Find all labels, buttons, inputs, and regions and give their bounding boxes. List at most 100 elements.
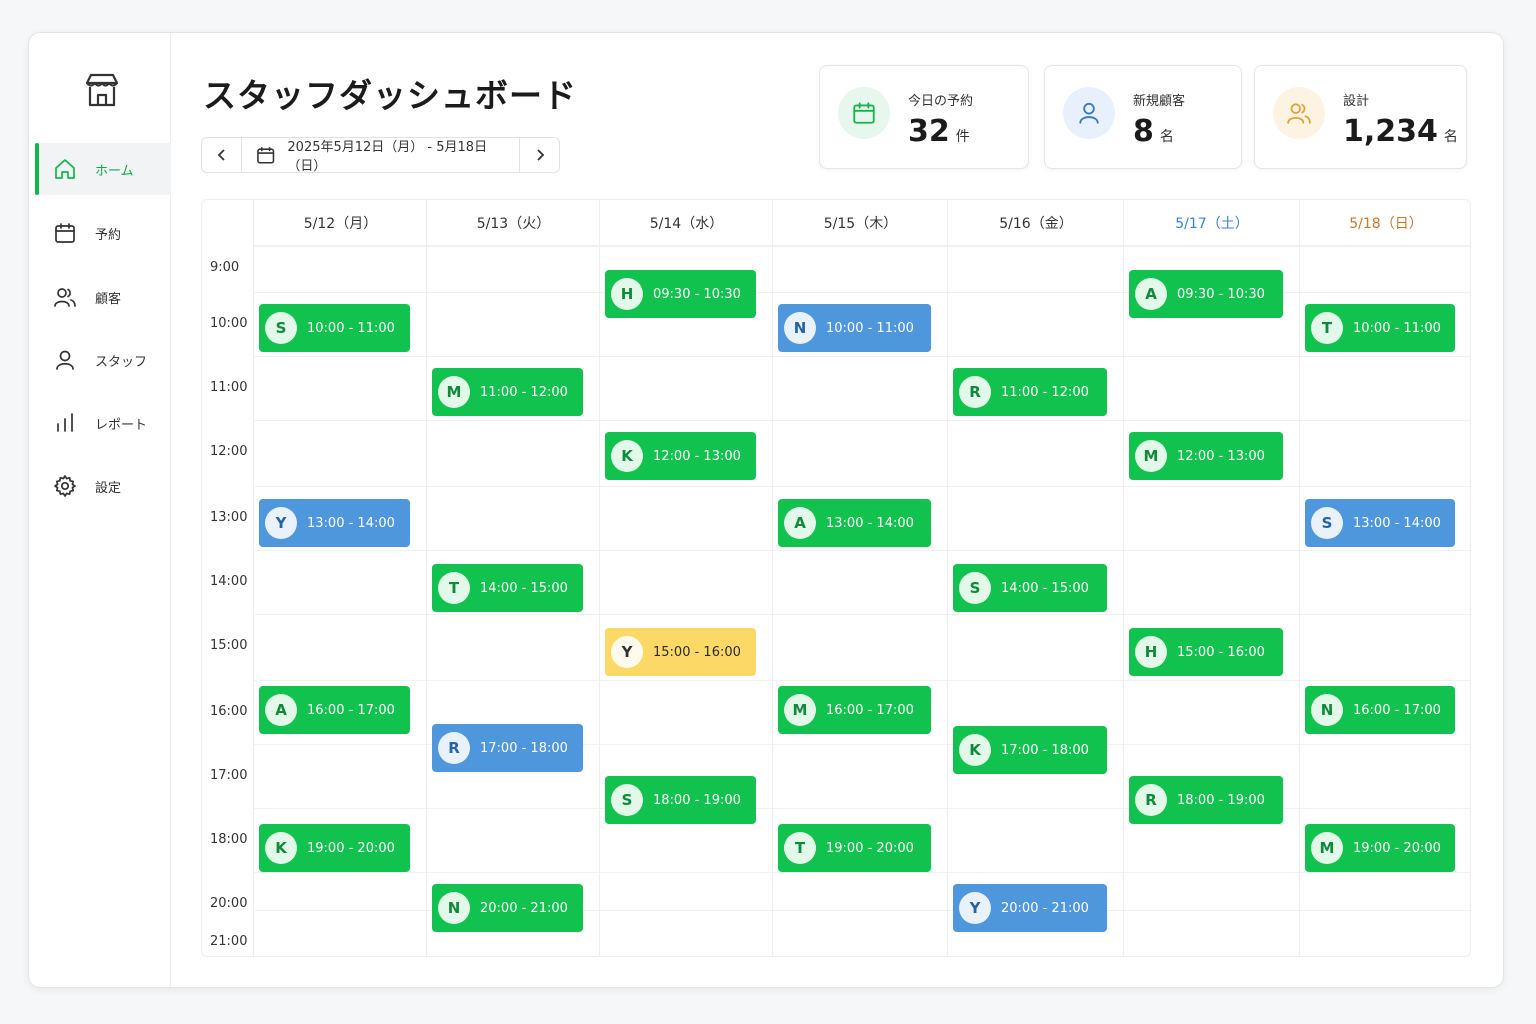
appointment-initial: K [265,832,297,864]
appointment-block[interactable]: A 16:00 - 17:00 [259,686,410,734]
calendar-icon [257,147,275,164]
nav-item-0[interactable]: ホーム [35,143,171,195]
stat-card-2[interactable]: 設計 1,234 名 [1254,65,1467,169]
appointment-block[interactable]: K 12:00 - 13:00 [605,432,756,480]
appointment-initial: N [1311,694,1343,726]
appointment-initial: R [959,376,991,408]
appointment-block[interactable]: K 19:00 - 20:00 [259,824,410,872]
appointment-initial: Y [265,507,297,539]
user-icon [1079,102,1099,124]
appointment-block[interactable]: N 20:00 - 21:00 [432,884,583,932]
day-header: 5/12（月） [254,200,427,246]
date-range-selector: 2025年5月12日（月） - 5月18日（日） [201,136,560,174]
appointment-time: 18:00 - 19:00 [653,792,741,808]
appointment-time: 20:00 - 21:00 [1001,900,1089,916]
appointment-block[interactable]: M 16:00 - 17:00 [778,686,931,734]
appointment-time: 09:30 - 10:30 [653,286,741,302]
appointment-block[interactable]: S 10:00 - 11:00 [259,304,410,352]
appointment-time: 19:00 - 20:00 [826,840,914,856]
appointment-time: 15:00 - 16:00 [653,644,741,660]
appointment-initial: K [959,734,991,766]
appointment-block[interactable]: R 18:00 - 19:00 [1129,776,1283,824]
appointment-block[interactable]: Y 20:00 - 21:00 [953,884,1107,932]
stat-value: 8 [1133,114,1154,149]
appointment-block[interactable]: N 16:00 - 17:00 [1305,686,1455,734]
time-label: 10:00 [210,316,248,331]
appointment-block[interactable]: K 17:00 - 18:00 [953,726,1107,774]
appointment-time: 10:00 - 11:00 [307,320,395,336]
stat-card-1[interactable]: 新規顧客 8 名 [1044,65,1242,169]
appointment-initial: K [611,440,643,472]
appointment-initial: M [1135,440,1167,472]
appointment-block[interactable]: M 12:00 - 13:00 [1129,432,1283,480]
day-header: 5/14（水） [600,200,773,246]
appointment-time: 10:00 - 11:00 [1353,320,1441,336]
page-title: スタッフダッシュボード [203,76,577,115]
appointment-time: 16:00 - 17:00 [307,702,395,718]
stat-value: 32 [908,114,950,149]
appointment-block[interactable]: Y 15:00 - 16:00 [605,628,756,676]
appointment-block[interactable]: M 19:00 - 20:00 [1305,824,1455,872]
nav-item-label: レポート [95,417,148,433]
stat-label: 設計 [1343,94,1370,109]
time-label: 9:00 [210,260,240,275]
stat-value: 1,234 [1343,114,1438,149]
nav-item-label: 予約 [95,227,122,243]
appointment-block[interactable]: R 17:00 - 18:00 [432,724,583,772]
time-label: 14:00 [210,574,248,589]
stat-label: 今日の予約 [908,94,974,109]
user-icon [56,350,74,370]
nav-item-label: 設定 [95,480,122,496]
store-icon [85,73,119,107]
appointment-block[interactable]: S 14:00 - 15:00 [953,564,1107,612]
next-week-button[interactable] [519,138,559,172]
users-icon [54,288,76,307]
appointment-time: 16:00 - 17:00 [1353,702,1441,718]
time-label: 12:00 [210,444,248,459]
stat-unit: 名 [1443,129,1458,145]
appointment-block[interactable]: T 19:00 - 20:00 [778,824,931,872]
appointment-initial: S [611,784,643,816]
appointment-initial: Y [611,636,643,668]
appointment-time: 14:00 - 15:00 [480,580,568,596]
home-icon [55,159,75,179]
day-header: 5/17（土） [1124,200,1300,246]
nav-item-2[interactable]: 顧客 [35,271,171,323]
appointment-block[interactable]: H 15:00 - 16:00 [1129,628,1283,676]
nav-item-5[interactable]: 設定 [35,460,171,512]
stat-card-0[interactable]: 今日の予約 32 件 [819,65,1029,169]
appointment-initial: S [959,572,991,604]
stat-value-group: 1,234 名 [1343,114,1458,149]
appointment-block[interactable]: M 11:00 - 12:00 [432,368,583,416]
nav-item-4[interactable]: レポート [35,397,171,449]
prev-week-button[interactable] [202,138,242,172]
appointment-time: 16:00 - 17:00 [826,702,914,718]
nav-item-3[interactable]: スタッフ [35,334,171,386]
appointment-block[interactable]: S 13:00 - 14:00 [1305,499,1455,547]
appointment-time: 17:00 - 18:00 [480,740,568,756]
appointment-block[interactable]: R 11:00 - 12:00 [953,368,1107,416]
date-range-text: 2025年5月12日（月） - 5月18日（日） [287,140,488,174]
appointment-initial: M [438,376,470,408]
appointment-block[interactable]: A 09:30 - 10:30 [1129,270,1283,318]
appointment-block[interactable]: T 14:00 - 15:00 [432,564,583,612]
appointment-initial: N [438,892,470,924]
appointment-block[interactable]: H 09:30 - 10:30 [605,270,756,318]
date-range-display[interactable]: 2025年5月12日（月） - 5月18日（日） [242,136,519,174]
appointment-block[interactable]: S 18:00 - 19:00 [605,776,756,824]
appointment-initial: T [1311,312,1343,344]
appointment-block[interactable]: Y 13:00 - 14:00 [259,499,410,547]
appointment-time: 19:00 - 20:00 [307,840,395,856]
appointment-block[interactable]: A 13:00 - 14:00 [778,499,931,547]
weekly-calendar: 9:00 10:00 11:00 12:00 13:00 14:00 15:00 16:00 1… [201,199,1471,957]
appointment-block[interactable]: T 10:00 - 11:00 [1305,304,1455,352]
day-header: 5/16（金） [948,200,1124,246]
nav-item-1[interactable]: 予約 [35,207,171,259]
appointment-time: 12:00 - 13:00 [1177,448,1265,464]
stat-label: 新規顧客 [1133,94,1186,109]
appointment-block[interactable]: N 10:00 - 11:00 [778,304,931,352]
sidebar: ホーム予約顧客スタッフレポート設定 [29,33,171,987]
appointment-initial: A [265,694,297,726]
time-label: 21:00 [210,934,248,949]
appointment-initial: S [265,312,297,344]
